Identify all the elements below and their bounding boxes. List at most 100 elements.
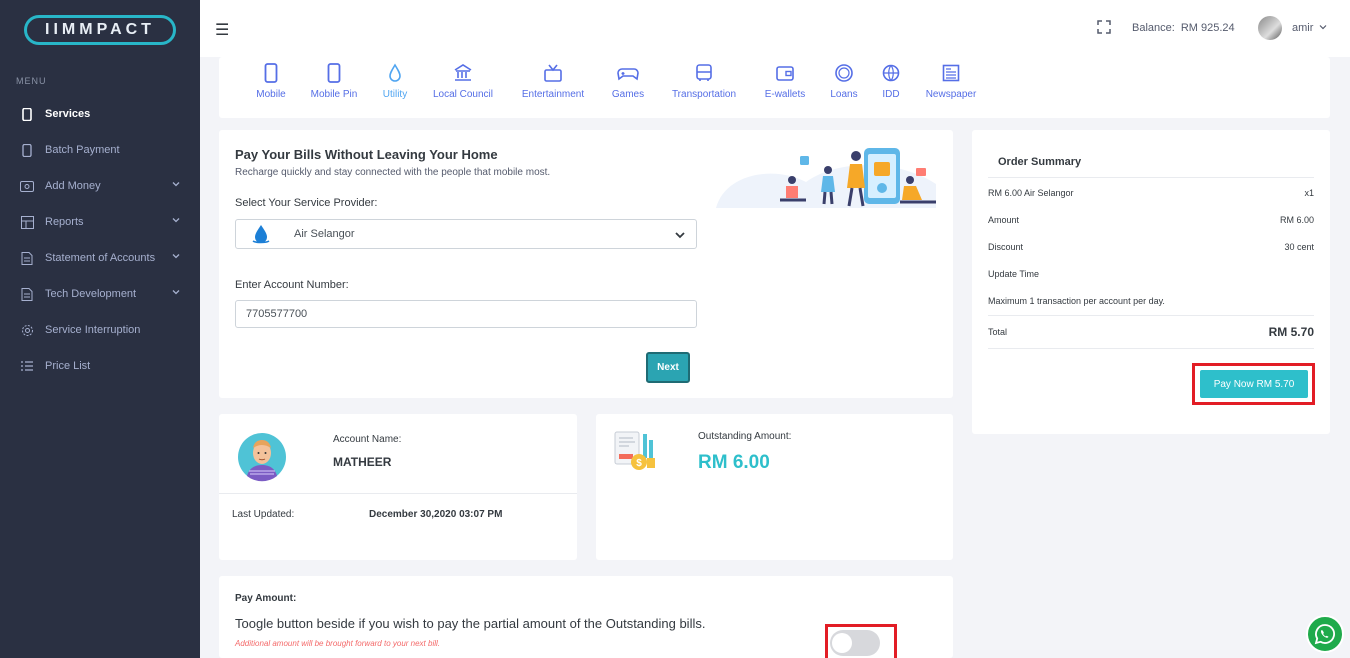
sidebar-item-statement-of-accounts[interactable]: Statement of Accounts [0,243,200,273]
people-with-phone-illustration [716,148,936,208]
last-updated-value: December 30,2020 03:07 PM [369,509,503,520]
balance-value: RM 925.24 [1180,22,1235,34]
globe-icon [882,64,900,82]
partial-payment-note: Additional amount will be brought forwar… [235,639,440,648]
fullscreen-icon[interactable] [1097,20,1111,34]
category-entertainment[interactable]: Entertainment [517,63,589,100]
sidebar-item-reports[interactable]: Reports [0,207,200,237]
wallet-icon [20,179,34,193]
sidebar-item-tech-development[interactable]: Tech Development [0,279,200,309]
gear-icon [20,323,34,337]
grid-icon [20,215,34,229]
category-mobile[interactable]: Mobile [253,63,289,100]
discount-value: 30 cent [1284,242,1314,252]
divider [988,177,1314,178]
sidebar-item-services[interactable]: Services [0,99,200,129]
whatsapp-icon [1314,624,1335,645]
order-summary-title: Order Summary [998,156,1082,168]
service-category-bar: Mobile Mobile Pin Utility Local Council … [219,57,1330,118]
divider [988,315,1314,316]
total-value: RM 5.70 [1268,325,1314,339]
category-local-council[interactable]: Local Council [430,63,496,100]
account-name-label: Account Name: [333,434,402,445]
provider-label: Select Your Service Provider: [235,197,378,209]
sidebar-item-label: Tech Development [45,288,137,300]
svg-text:$: $ [636,458,642,469]
pay-amount-title: Pay Amount: [235,593,297,604]
category-label: Mobile [256,89,286,100]
water-drop-icon [389,63,401,82]
category-label: Mobile Pin [310,89,358,100]
category-mobile-pin[interactable]: Mobile Pin [307,63,361,100]
chevron-down-icon [675,232,685,239]
amount-value: RM 6.00 [1279,215,1314,225]
outstanding-value: RM 6.00 [698,452,770,473]
chevron-down-icon [172,254,180,259]
account-number-input[interactable]: 7705577700 [235,300,697,328]
bus-icon [696,64,712,81]
tv-icon [544,64,562,82]
building-icon [454,64,472,81]
discount-label: Discount [988,242,1024,252]
category-idd[interactable]: IDD [879,63,903,100]
category-utility[interactable]: Utility [379,63,411,100]
account-number-label: Enter Account Number: [235,279,349,291]
user-avatar[interactable] [1258,16,1282,40]
wallet-icon [776,66,794,81]
order-item-row: RM 6.00 Air Selangor x1 [988,188,1314,198]
sidebar-item-add-money[interactable]: Add Money [0,171,200,201]
last-updated-label: Last Updated: [232,509,295,520]
divider [219,493,577,494]
category-label: IDD [882,89,900,100]
sidebar-item-label: Price List [45,360,91,372]
sidebar-item-label: Batch Payment [45,144,120,156]
user-avatar-illustration [238,433,286,482]
order-note-row: Maximum 1 transaction per account per da… [988,296,1314,306]
category-label: Transportation [671,89,737,100]
newspaper-icon [942,64,960,82]
next-button[interactable]: Next [646,352,690,383]
order-update-row: Update Time [988,269,1314,279]
account-name-value: MATHEER [333,455,392,469]
category-games[interactable]: Games [608,63,648,100]
service-provider-select[interactable]: Air Selangor [235,219,697,249]
order-discount-row: Discount 30 cent [988,242,1314,252]
category-loans[interactable]: Loans [827,63,861,100]
user-name: amir [1292,22,1314,34]
outstanding-label: Outstanding Amount: [698,431,792,442]
document-icon [20,251,34,265]
chevron-down-icon [172,218,180,223]
order-amount-row: Amount RM 6.00 [988,215,1314,225]
divider [988,348,1314,349]
mobile-icon [264,63,278,83]
category-label: E-wallets [764,89,806,100]
category-label: Loans [830,89,858,100]
mobile-icon [20,143,34,157]
pay-now-highlight-box [1192,363,1315,405]
category-label: Local Council [432,89,494,100]
sidebar-item-label: Reports [45,216,84,228]
category-e-wallets[interactable]: E-wallets [760,63,810,100]
order-item-label: RM 6.00 Air Selangor [988,188,1074,198]
pay-bills-form: Pay Your Bills Without Leaving Your Home… [219,130,953,398]
transaction-limit-note: Maximum 1 transaction per account per da… [988,296,1165,306]
whatsapp-chat-button[interactable] [1306,615,1344,653]
gamepad-icon [617,68,639,81]
mobile-icon [20,107,34,121]
sidebar-item-price-list[interactable]: Price List [0,351,200,381]
category-newspaper[interactable]: Newspaper [921,63,981,100]
chevron-down-icon [1320,25,1327,30]
menu-toggle-icon[interactable]: ☰ [215,20,229,40]
outstanding-amount-card: $ Outstanding Amount: RM 6.00 [596,414,953,560]
category-transportation[interactable]: Transportation [666,63,742,100]
category-label: Games [611,89,645,100]
brand-logo[interactable]: IIMMPACT [24,15,176,45]
partial-payment-description: Toogle button beside if you wish to pay … [235,616,706,631]
user-menu[interactable]: amir [1292,22,1327,34]
toggle-highlight-box [825,624,897,658]
sidebar-item-batch-payment[interactable]: Batch Payment [0,135,200,165]
sidebar-item-service-interruption[interactable]: Service Interruption [0,315,200,345]
air-selangor-logo-icon [252,225,270,244]
coin-icon [835,64,853,82]
document-icon [20,287,34,301]
